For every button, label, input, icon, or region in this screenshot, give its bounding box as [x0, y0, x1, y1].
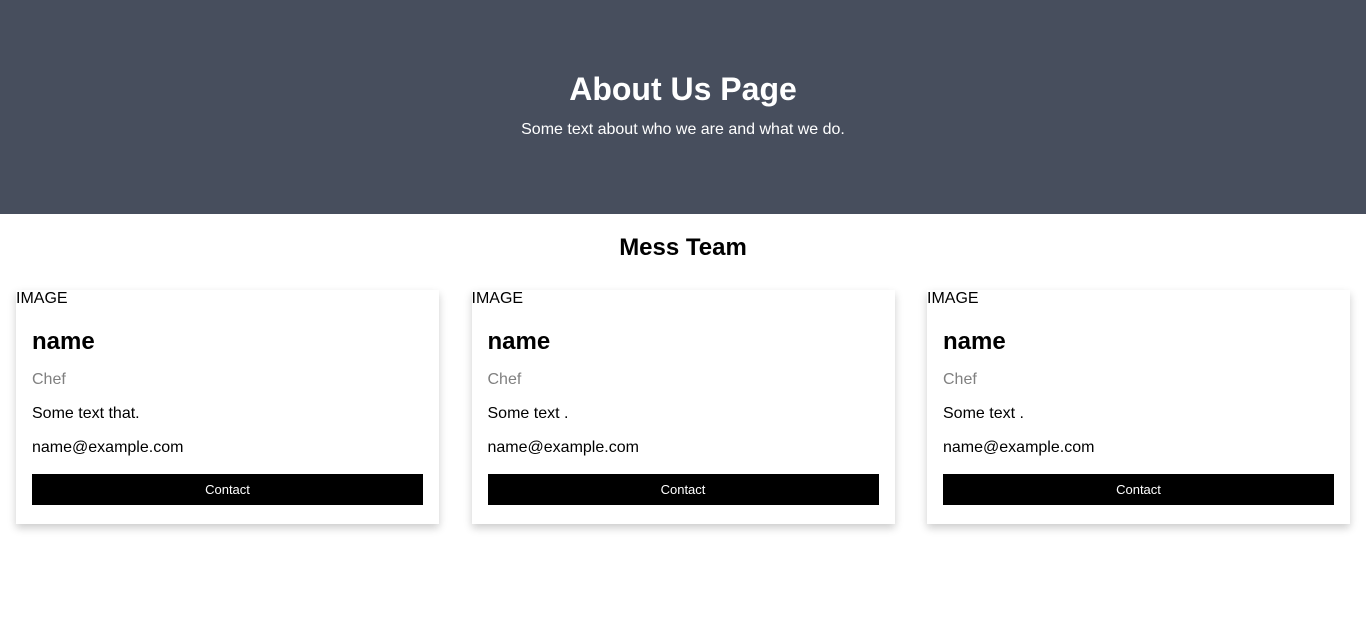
- hero-banner: About Us Page Some text about who we are…: [0, 0, 1366, 214]
- card-body: name Chef Some text . name@example.com C…: [472, 328, 895, 505]
- member-description: Some text that.: [32, 405, 140, 422]
- member-name: name: [32, 328, 95, 355]
- member-description: Some text .: [487, 405, 569, 422]
- member-email: name@example.com: [32, 439, 184, 456]
- broken-image-placeholder: IMAGE: [927, 290, 1350, 308]
- image-alt-text: IMAGE: [471, 290, 524, 307]
- member-role: Chef: [32, 371, 66, 388]
- contact-button[interactable]: Contact: [32, 474, 423, 505]
- broken-image-placeholder: IMAGE: [16, 290, 439, 308]
- contact-button[interactable]: Contact: [943, 474, 1334, 505]
- page-subtitle: Some text about who we are and what we d…: [521, 121, 845, 138]
- page-title: About Us Page: [569, 71, 797, 107]
- member-email: name@example.com: [943, 439, 1095, 456]
- image-alt-text: IMAGE: [16, 290, 68, 307]
- member-name: name: [487, 328, 551, 355]
- member-name: name: [943, 328, 1006, 355]
- team-card: IMAGE name Chef Some text . name@example…: [471, 290, 895, 524]
- card-body: name Chef Some text . name@example.com C…: [927, 328, 1350, 505]
- broken-image-placeholder: IMAGE: [472, 290, 895, 308]
- member-role: Chef: [943, 371, 977, 388]
- team-heading: Mess Team: [619, 234, 747, 261]
- team-card: IMAGE name Chef Some text . name@example…: [927, 290, 1350, 524]
- contact-button[interactable]: Contact: [487, 474, 879, 505]
- member-email: name@example.com: [487, 439, 639, 456]
- team-cards: IMAGE name Chef Some text that. name@exa…: [16, 290, 1350, 524]
- team-card: IMAGE name Chef Some text that. name@exa…: [16, 290, 439, 524]
- image-alt-text: IMAGE: [927, 290, 979, 307]
- member-description: Some text .: [943, 405, 1024, 422]
- member-role: Chef: [487, 371, 522, 388]
- card-body: name Chef Some text that. name@example.c…: [16, 328, 439, 505]
